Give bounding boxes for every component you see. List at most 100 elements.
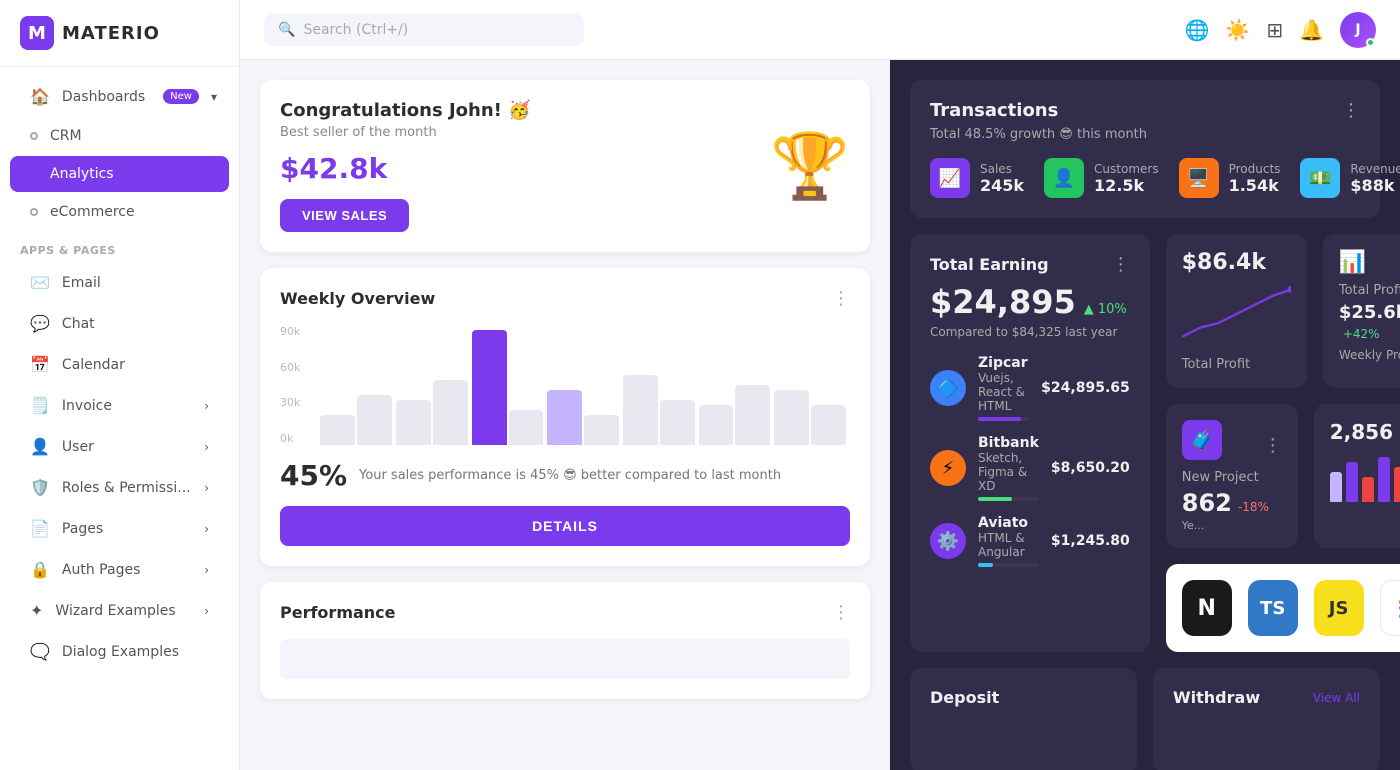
- logo-icon: M: [20, 16, 54, 50]
- chart-wrapper: 90k 60k 30k 0k: [280, 325, 850, 445]
- transactions-subtitle: Total 48.5% growth 😎 this month: [930, 127, 1147, 142]
- theme-icon[interactable]: ☀️: [1225, 18, 1250, 42]
- profit-chart-card: $86.4k Total Profit: [1166, 234, 1307, 388]
- earning-menu-button[interactable]: ⋮: [1112, 254, 1130, 275]
- new-project-label: New Project: [1182, 470, 1282, 485]
- performance-header: Performance ⋮: [280, 602, 850, 623]
- sidebar-item-user[interactable]: 👤 User ›: [10, 427, 229, 466]
- view-sales-button[interactable]: VIEW SALES: [280, 199, 409, 232]
- sales-label: Sales: [980, 162, 1024, 176]
- chevron-right-icon: ›: [204, 522, 209, 536]
- y-label-90k: 90k: [280, 325, 300, 338]
- bar: [660, 400, 695, 445]
- logo-text: MATERIO: [62, 23, 160, 44]
- bar: [584, 415, 619, 445]
- main-content: 🔍 Search (Ctrl+/) 🌐 ☀️ ⊞ 🔔 J Congratulat…: [240, 0, 1400, 770]
- y-label-60k: 60k: [280, 361, 300, 374]
- sidebar-item-dialog[interactable]: 🗨️ Dialog Examples: [10, 632, 229, 671]
- sales-value: 245k: [980, 176, 1024, 195]
- dark-side: Transactions Total 48.5% growth 😎 this m…: [890, 60, 1400, 770]
- sidebar-item-email[interactable]: ✉️ Email: [10, 263, 229, 302]
- content-area: Congratulations John! 🥳 Best seller of t…: [240, 60, 1400, 770]
- sidebar-item-wizard[interactable]: ✦ Wizard Examples ›: [10, 591, 229, 630]
- ecommerce-label: eCommerce: [50, 204, 135, 220]
- topbar-actions: 🌐 ☀️ ⊞ 🔔 J: [1185, 12, 1376, 48]
- view-all-button[interactable]: View All: [1313, 691, 1360, 705]
- topbar: 🔍 Search (Ctrl+/) 🌐 ☀️ ⊞ 🔔 J: [240, 0, 1400, 60]
- total-earning-card: Total Earning ⋮ $24,895 ▲ 10% Compared t…: [910, 234, 1150, 652]
- dialog-label: Dialog Examples: [62, 644, 179, 660]
- mini-bar: [1330, 472, 1342, 502]
- wizard-icon: ✦: [30, 601, 43, 620]
- zipcar-sub: Vuejs, React & HTML: [978, 371, 1029, 413]
- sidebar-item-roles[interactable]: 🛡️ Roles & Permissi... ›: [10, 468, 229, 507]
- new-project-row: 🧳 ⋮ New Project 862 -18% Ye...: [1166, 404, 1400, 548]
- translate-icon[interactable]: 🌐: [1185, 18, 1210, 42]
- bar-group-1: [320, 395, 392, 445]
- sidebar-item-chat[interactable]: 💬 Chat: [10, 304, 229, 343]
- earning-profit-row: Total Earning ⋮ $24,895 ▲ 10% Compared t…: [910, 234, 1380, 652]
- sidebar-item-pages[interactable]: 📄 Pages ›: [10, 509, 229, 548]
- right-column: $86.4k Total Profit 📊 ⋮: [1166, 234, 1400, 652]
- performance-title: Performance: [280, 603, 396, 622]
- bar: [509, 410, 544, 445]
- aviato-info: Aviato HTML & Angular: [978, 515, 1039, 567]
- zipcar-name: Zipcar: [978, 355, 1029, 371]
- deposit-placeholder: [930, 723, 1117, 753]
- bar: [699, 405, 734, 445]
- products-label: Products: [1229, 162, 1281, 176]
- earning-pct: ▲ 10%: [1084, 302, 1127, 317]
- sidebar-item-dashboards[interactable]: 🏠 Dashboards New ▾: [10, 77, 229, 116]
- project-menu-button[interactable]: ⋮: [1264, 435, 1282, 456]
- performance-menu-button[interactable]: ⋮: [832, 602, 850, 623]
- user-label: User: [62, 439, 94, 455]
- transactions-menu-button[interactable]: ⋮: [1342, 100, 1360, 121]
- dashboards-label: Dashboards: [62, 89, 145, 105]
- sales-icon: 📈: [930, 158, 970, 198]
- bell-icon[interactable]: 🔔: [1299, 18, 1324, 42]
- mini-bar-chart: [1330, 452, 1400, 502]
- total-profit-label: Total Profit: [1182, 357, 1291, 372]
- revenue-icon: 💵: [1300, 158, 1340, 198]
- earning-compare: Compared to $84,325 last year: [930, 325, 1130, 339]
- sidebar-item-ecommerce[interactable]: eCommerce: [10, 194, 229, 230]
- details-button[interactable]: DETAILS: [280, 506, 850, 546]
- bar: [433, 380, 468, 445]
- chevron-right-icon: ›: [204, 604, 209, 618]
- weekly-percentage: 45%: [280, 459, 347, 492]
- avatar[interactable]: J: [1340, 12, 1376, 48]
- tech-logos-card: N TS JS: [1166, 564, 1400, 652]
- sidebar: M MATERIO 🏠 Dashboards New ▾ CRM Analyti…: [0, 0, 240, 770]
- circle-active-icon: [30, 170, 38, 178]
- chevron-down-icon: ▾: [211, 90, 217, 104]
- deposit-withdraw-row: Deposit Withdraw View All: [910, 668, 1380, 770]
- auth-label: Auth Pages: [62, 562, 140, 578]
- search-bar[interactable]: 🔍 Search (Ctrl+/): [264, 14, 584, 46]
- sidebar-item-analytics[interactable]: Analytics: [10, 156, 229, 192]
- invoice-icon: 🗒️: [30, 396, 50, 415]
- aviato-icon: ⚙️: [930, 523, 966, 559]
- bitbank-info: Bitbank Sketch, Figma & XD: [978, 435, 1039, 501]
- bar-group-5: [623, 375, 695, 445]
- new-project-value: 862: [1182, 489, 1232, 517]
- withdraw-card: Withdraw View All: [1153, 668, 1380, 770]
- bar: [811, 405, 846, 445]
- chart-icon: 📊: [1339, 250, 1366, 275]
- aviato-sub: HTML & Angular: [978, 531, 1039, 559]
- bitbank-name: Bitbank: [978, 435, 1039, 451]
- revenue-value: $88k: [1350, 176, 1400, 195]
- stat-revenue: 💵 Revenue $88k: [1300, 158, 1400, 198]
- circle-icon: [30, 208, 38, 216]
- sidebar-item-invoice[interactable]: 🗒️ Invoice ›: [10, 386, 229, 425]
- sidebar-item-calendar[interactable]: 📅 Calendar: [10, 345, 229, 384]
- bar-group-4: [547, 390, 619, 445]
- y-label-0k: 0k: [280, 432, 300, 445]
- bar-group-7: [774, 390, 846, 445]
- sidebar-logo: M MATERIO: [0, 0, 239, 67]
- grid-icon[interactable]: ⊞: [1266, 18, 1283, 42]
- sidebar-item-crm[interactable]: CRM: [10, 118, 229, 154]
- weekly-description: Your sales performance is 45% 😎 better c…: [359, 468, 781, 483]
- weekly-menu-button[interactable]: ⋮: [832, 288, 850, 309]
- sidebar-item-auth[interactable]: 🔒 Auth Pages ›: [10, 550, 229, 589]
- withdraw-placeholder: [1173, 707, 1360, 737]
